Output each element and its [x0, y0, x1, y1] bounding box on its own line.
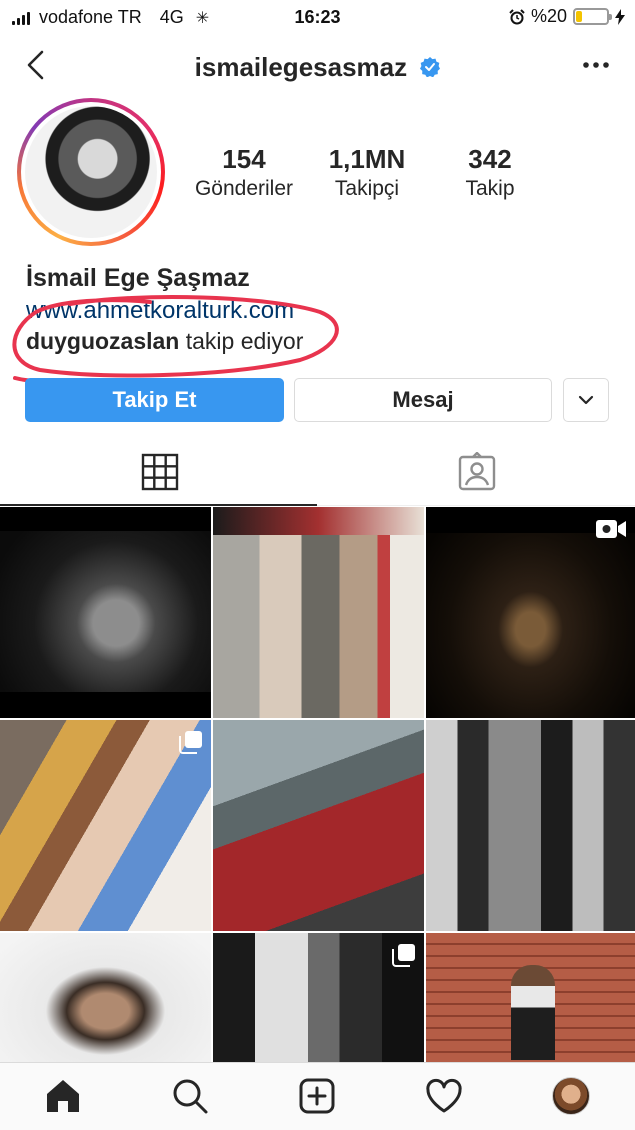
stat-following[interactable]: 342 Takip — [425, 144, 555, 201]
follow-button[interactable]: Takip Et — [25, 378, 284, 422]
multiple-icon — [392, 944, 415, 967]
grid-icon[interactable] — [140, 452, 180, 492]
post-thumbnail[interactable] — [0, 507, 211, 718]
more-dots-icon[interactable] — [581, 50, 611, 80]
page-title: ismailegesasmaz — [0, 52, 635, 83]
stat-followers-value: 1,1MN — [328, 144, 406, 174]
followed-by-username: duyguozaslan — [26, 328, 180, 354]
username: ismailegesasmaz — [194, 52, 408, 82]
status-bar: vodafone TR 4G ✳ 16:23 %20 — [0, 0, 635, 34]
igtv-icon — [596, 520, 626, 538]
battery-percent: %20 — [530, 6, 567, 26]
stat-following-value: 342 — [468, 144, 512, 174]
post-thumbnail[interactable] — [213, 933, 424, 1063]
stat-posts-label: Gönderiler — [194, 177, 294, 200]
search-icon[interactable] — [171, 1077, 209, 1115]
posts-grid — [0, 507, 635, 1063]
multiple-icon — [179, 731, 202, 754]
story-ring[interactable] — [17, 98, 165, 246]
tagged-icon[interactable] — [457, 452, 497, 492]
heart-icon[interactable] — [425, 1077, 463, 1115]
followed-by-suffix: takip ediyor — [185, 328, 304, 354]
profile-full-name: İsmail Ege Şaşmaz — [26, 264, 250, 292]
post-thumbnail[interactable] — [0, 720, 211, 931]
bottom-nav — [0, 1062, 635, 1130]
message-button[interactable]: Mesaj — [294, 378, 552, 422]
alarm-icon — [509, 8, 525, 24]
verified-badge-icon — [420, 57, 441, 78]
home-icon[interactable] — [44, 1077, 82, 1115]
post-thumbnail[interactable] — [213, 720, 424, 931]
active-tab-indicator — [0, 504, 317, 506]
post-thumbnail[interactable] — [426, 720, 635, 931]
profile-icon[interactable] — [552, 1077, 590, 1115]
stat-following-label: Takip — [465, 177, 515, 200]
stat-followers-label: Takipçi — [334, 177, 400, 200]
avatar — [25, 106, 157, 238]
post-thumbnail[interactable] — [213, 507, 424, 718]
profile-website-link[interactable]: www.ahmetkoralturk.com — [26, 297, 294, 325]
add-icon[interactable] — [298, 1077, 336, 1115]
stat-posts-value: 154 — [222, 144, 266, 174]
charging-icon — [615, 8, 625, 25]
followed-by-text[interactable]: duyguozaslan takip ediyor — [26, 328, 303, 355]
post-thumbnail[interactable] — [0, 933, 211, 1063]
suggested-toggle-button[interactable] — [563, 378, 609, 422]
post-thumbnail[interactable] — [426, 507, 635, 718]
stat-followers[interactable]: 1,1MN Takipçi — [302, 144, 432, 201]
post-thumbnail[interactable] — [426, 933, 635, 1063]
battery-icon — [573, 8, 612, 25]
chevron-down-icon — [578, 395, 594, 405]
stat-posts[interactable]: 154 Gönderiler — [179, 144, 309, 201]
profile-header: ismailegesasmaz — [0, 34, 635, 98]
profile-tabs — [0, 440, 635, 506]
